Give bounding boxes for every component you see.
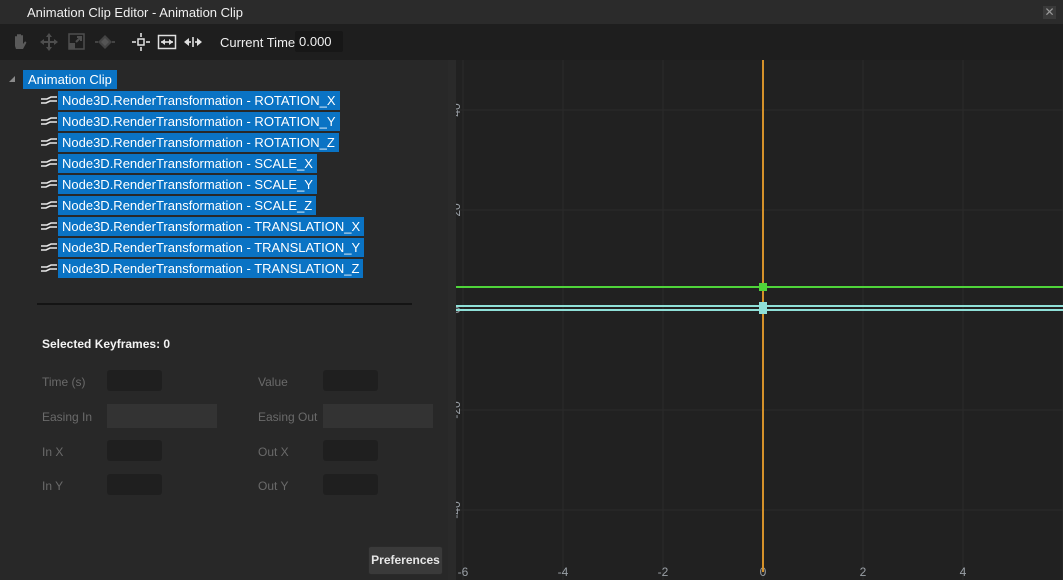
current-time-input[interactable]: 0.000 — [295, 31, 343, 52]
curve-graph-svg[interactable]: 40200-20-40-6-4-2024 — [448, 60, 1063, 580]
hand-icon[interactable] — [10, 32, 30, 52]
window-title: Animation Clip Editor - Animation Clip — [27, 5, 244, 20]
keyframe-marker[interactable] — [759, 302, 767, 314]
out-y-input[interactable] — [323, 474, 378, 495]
out-x-label: Out X — [258, 445, 289, 459]
x-tick-label: 4 — [960, 565, 967, 579]
time-label: Time (s) — [42, 375, 86, 389]
in-y-label: In Y — [42, 479, 64, 493]
out-x-input[interactable] — [323, 440, 378, 461]
toolbar: Current Time 0.000 — [0, 24, 1063, 60]
keyframe-marker[interactable] — [759, 283, 767, 291]
x-tick-label: -2 — [658, 565, 669, 579]
track-label: Node3D.RenderTransformation - SCALE_X — [58, 154, 317, 173]
easing-out-select[interactable] — [323, 404, 433, 428]
curve-track-icon — [40, 220, 58, 232]
curve-track-icon — [40, 241, 58, 253]
graph-left-gutter — [448, 60, 456, 580]
out-y-label: Out Y — [258, 479, 289, 493]
track-label: Node3D.RenderTransformation - TRANSLATIO… — [58, 259, 364, 278]
diamond-icon[interactable] — [95, 32, 115, 52]
value-input[interactable] — [323, 370, 378, 391]
panel-divider[interactable] — [37, 303, 412, 305]
x-tick-label: -6 — [458, 565, 469, 579]
preferences-button[interactable]: Preferences — [368, 546, 443, 575]
expand-horizontal-icon[interactable] — [183, 32, 203, 52]
x-tick-label: 2 — [860, 565, 867, 579]
curve-track-icon — [40, 136, 58, 148]
curve-graph[interactable]: 40200-20-40-6-4-2024 — [448, 60, 1063, 580]
track-label: Node3D.RenderTransformation - SCALE_Z — [58, 196, 317, 215]
easing-out-label: Easing Out — [258, 410, 318, 424]
fit-width-icon[interactable] — [157, 32, 177, 52]
selected-keyframes-count: Selected Keyframes: 0 — [42, 337, 171, 351]
value-label: Value — [258, 375, 288, 389]
collapse-triangle-icon[interactable] — [9, 76, 15, 82]
tree-root-animation-clip[interactable]: Animation Clip — [23, 70, 117, 89]
close-icon[interactable]: ✕ — [1043, 6, 1056, 19]
curve-track-icon — [40, 94, 58, 106]
title-bar: Animation Clip Editor - Animation Clip ✕ — [0, 0, 1063, 24]
easing-in-label: Easing In — [42, 410, 93, 424]
easing-in-select[interactable] — [107, 404, 217, 428]
in-x-input[interactable] — [107, 440, 162, 461]
track-label: Node3D.RenderTransformation - ROTATION_Z — [58, 133, 339, 152]
in-y-input[interactable] — [107, 474, 162, 495]
in-x-label: In X — [42, 445, 64, 459]
track-label: Node3D.RenderTransformation - SCALE_Y — [58, 175, 317, 194]
curve-track-icon — [40, 115, 58, 127]
track-label: Node3D.RenderTransformation - ROTATION_X — [58, 91, 340, 110]
track-label: Node3D.RenderTransformation - TRANSLATIO… — [58, 217, 365, 236]
curve-track-icon — [40, 199, 58, 211]
crosshair-icon[interactable] — [131, 32, 151, 52]
move-arrows-icon[interactable] — [39, 32, 59, 52]
current-time-label: Current Time — [220, 35, 296, 50]
scale-icon[interactable] — [67, 32, 87, 52]
curve-track-icon — [40, 178, 58, 190]
curve-track-icon — [40, 157, 58, 169]
x-tick-label: -4 — [558, 565, 569, 579]
time-input[interactable] — [107, 370, 162, 391]
curve-track-icon — [40, 262, 58, 274]
track-label: Node3D.RenderTransformation - ROTATION_Y — [58, 112, 340, 131]
track-label: Node3D.RenderTransformation - TRANSLATIO… — [58, 238, 365, 257]
